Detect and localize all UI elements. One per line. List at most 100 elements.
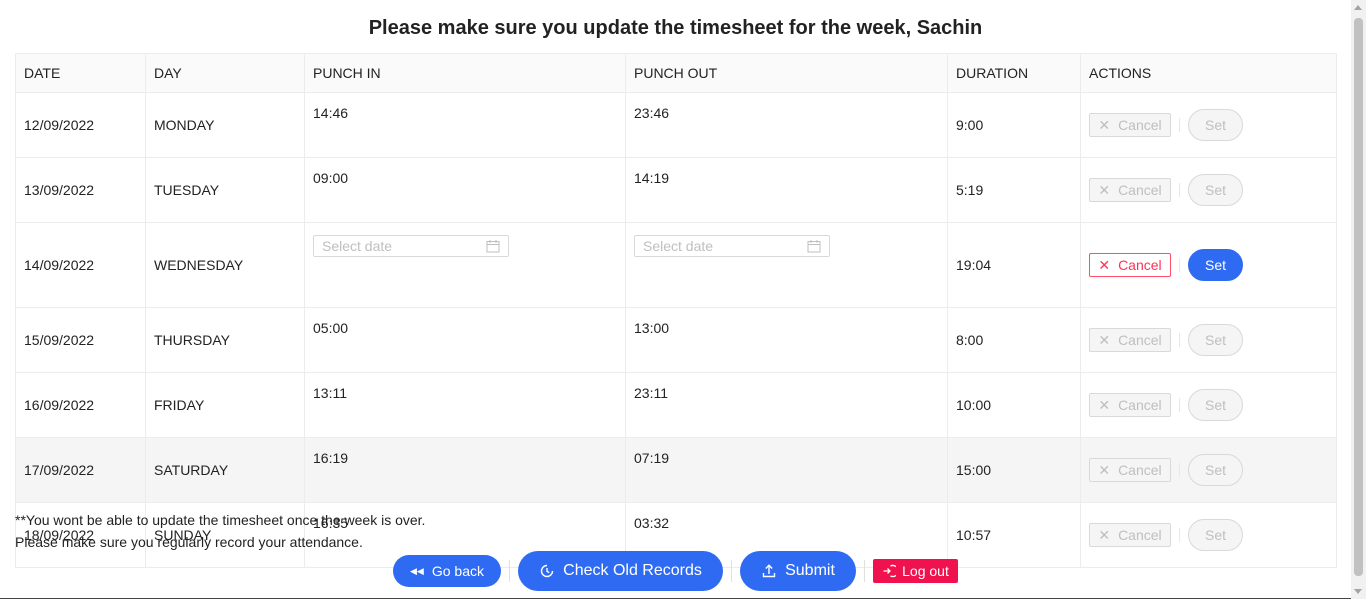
bottom-action-bar: ◀◀ Go back Check Old Records Submit Log … [0,551,1366,591]
divider [1179,118,1180,132]
actions-cell: ✕ Cancel Set [1080,437,1337,503]
cancel-button[interactable]: ✕ Cancel [1089,523,1171,547]
cancel-label: Cancel [1118,462,1162,478]
day-cell: FRIDAY [145,372,305,438]
set-button[interactable]: Set [1188,109,1243,141]
date-cell: 14/09/2022 [15,222,146,308]
col-header-punch-out: PUNCH OUT [625,53,948,93]
cancel-button[interactable]: ✕ Cancel [1089,393,1171,417]
col-header-actions: ACTIONS [1080,53,1337,93]
close-icon: ✕ [1098,396,1111,413]
notice-line-2: Please make sure you regularly record yo… [15,534,363,550]
table-row: 12/09/2022 MONDAY 14:46 23:46 9:00 ✕ Can… [15,92,1337,158]
actions-cell: ✕ Cancel Set [1080,157,1337,223]
cancel-button[interactable]: ✕ Cancel [1089,253,1171,277]
scroll-down-arrow-icon[interactable] [1354,589,1362,594]
day-cell: MONDAY [145,92,305,158]
submit-label: Submit [785,562,835,579]
set-button[interactable]: Set [1188,519,1243,551]
divider [509,560,510,582]
log-out-label: Log out [902,563,949,579]
go-back-label: Go back [431,563,484,579]
punch-out-placeholder: Select date [643,238,714,254]
divider [1179,398,1180,412]
punch-in-date-picker[interactable]: Select date [313,235,509,257]
set-button[interactable]: Set [1188,249,1243,281]
cancel-label: Cancel [1118,332,1162,348]
day-cell: SATURDAY [145,437,305,503]
divider [1179,463,1180,477]
punch-in-cell: 05:00 [304,307,626,373]
date-cell: 13/09/2022 [15,157,146,223]
timesheet-notice: **You wont be able to update the timeshe… [15,509,425,553]
divider [864,560,865,582]
notice-line-1: **You wont be able to update the timeshe… [15,512,426,528]
cancel-button[interactable]: ✕ Cancel [1089,328,1171,352]
actions-cell: ✕ Cancel Set [1080,307,1337,373]
cancel-button[interactable]: ✕ Cancel [1089,178,1171,202]
actions-cell: ✕ Cancel Set [1080,372,1337,438]
actions-cell: ✕ Cancel Set [1080,222,1337,308]
calendar-icon [807,240,821,253]
set-button[interactable]: Set [1188,454,1243,486]
punch-in-cell: 13:11 [304,372,626,438]
divider [1179,258,1180,272]
cancel-label: Cancel [1118,257,1162,273]
divider [1179,183,1180,197]
table-row: 13/09/2022 TUESDAY 09:00 14:19 5:19 ✕ Ca… [15,157,1337,223]
vertical-scrollbar[interactable] [1351,0,1366,599]
close-icon: ✕ [1098,331,1111,348]
close-icon: ✕ [1098,116,1111,133]
set-button[interactable]: Set [1188,174,1243,206]
rewind-icon: ◀◀ [410,565,424,576]
divider [731,560,732,582]
table-row: 17/09/2022 SATURDAY 16:19 07:19 15:00 ✕ … [15,437,1337,503]
punch-in-placeholder: Select date [322,238,393,254]
divider [1179,333,1180,347]
punch-in-cell: Select date [304,222,626,308]
punch-out-cell: 07:19 [625,437,948,503]
table-row: 16/09/2022 FRIDAY 13:11 23:11 10:00 ✕ Ca… [15,372,1337,438]
day-cell: TUESDAY [145,157,305,223]
cancel-label: Cancel [1118,182,1162,198]
punch-out-cell: 13:00 [625,307,948,373]
date-cell: 15/09/2022 [15,307,146,373]
duration-cell: 15:00 [947,437,1081,503]
cancel-label: Cancel [1118,527,1162,543]
scrollbar-thumb[interactable] [1354,18,1363,576]
punch-out-cell: 23:46 [625,92,948,158]
punch-out-date-picker[interactable]: Select date [634,235,830,257]
cancel-button[interactable]: ✕ Cancel [1089,458,1171,482]
col-header-date: DATE [15,53,146,93]
check-old-records-button[interactable]: Check Old Records [518,551,723,591]
set-button[interactable]: Set [1188,389,1243,421]
duration-cell: 9:00 [947,92,1081,158]
logout-icon [883,564,897,578]
check-old-records-label: Check Old Records [563,562,702,579]
log-out-button[interactable]: Log out [873,559,958,583]
date-cell: 16/09/2022 [15,372,146,438]
actions-cell: ✕ Cancel Set [1080,92,1337,158]
history-icon [540,564,554,578]
cancel-button[interactable]: ✕ Cancel [1089,113,1171,137]
go-back-button[interactable]: ◀◀ Go back [393,555,501,587]
punch-out-cell: Select date [625,222,948,308]
punch-in-cell: 09:00 [304,157,626,223]
close-icon: ✕ [1098,461,1111,478]
punch-out-cell: 14:19 [625,157,948,223]
duration-cell: 5:19 [947,157,1081,223]
calendar-icon [486,240,500,253]
day-cell: THURSDAY [145,307,305,373]
cancel-label: Cancel [1118,397,1162,413]
col-header-duration: DURATION [947,53,1081,93]
scroll-up-arrow-icon[interactable] [1354,5,1362,10]
col-header-day: DAY [145,53,305,93]
set-button[interactable]: Set [1188,324,1243,356]
close-icon: ✕ [1098,256,1111,273]
close-icon: ✕ [1098,526,1111,543]
duration-cell: 10:00 [947,372,1081,438]
submit-button[interactable]: Submit [740,551,856,591]
date-cell: 17/09/2022 [15,437,146,503]
date-cell: 12/09/2022 [15,92,146,158]
timesheet-table: DATE DAY PUNCH IN PUNCH OUT DURATION ACT… [15,53,1337,568]
